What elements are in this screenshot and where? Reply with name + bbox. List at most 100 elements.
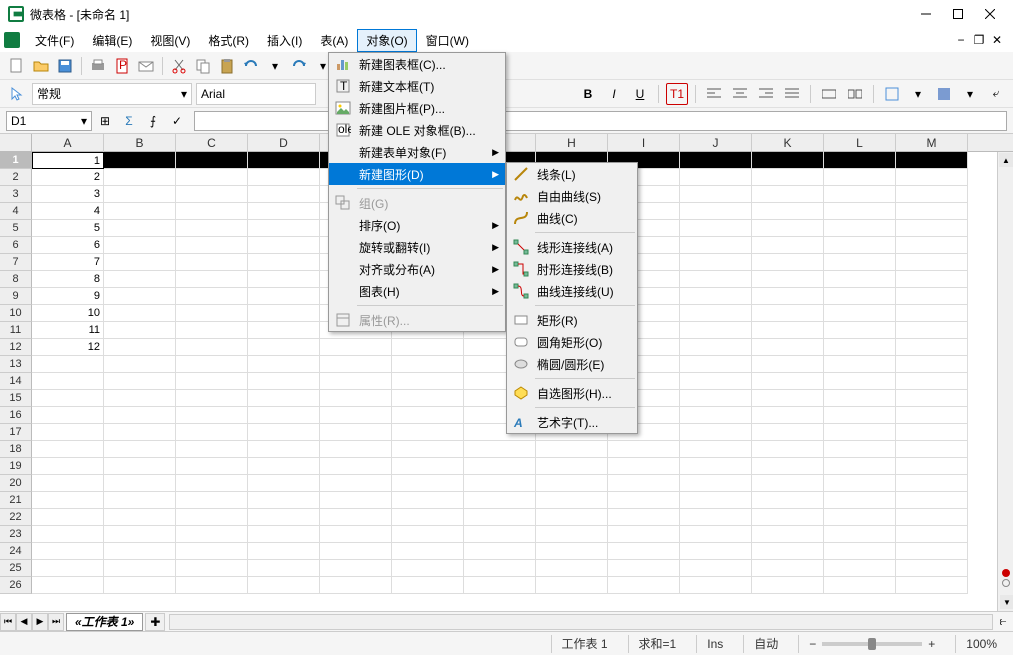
new-button[interactable] xyxy=(6,55,28,77)
menu-item[interactable]: 椭圆/圆形(E) xyxy=(507,353,637,375)
cell[interactable] xyxy=(680,560,752,577)
menu-item[interactable]: 对齐或分布(A)▶ xyxy=(329,258,505,280)
cell[interactable] xyxy=(824,339,896,356)
vertical-scrollbar[interactable]: ▲ ▼ xyxy=(997,152,1013,611)
align-center-button[interactable] xyxy=(729,83,751,105)
cell[interactable] xyxy=(680,492,752,509)
minimize-button[interactable] xyxy=(911,3,941,25)
cell[interactable] xyxy=(104,441,176,458)
cell[interactable] xyxy=(896,407,968,424)
cell[interactable]: 7 xyxy=(32,254,104,271)
cell[interactable] xyxy=(752,424,824,441)
cell[interactable] xyxy=(104,390,176,407)
cell[interactable] xyxy=(104,220,176,237)
cell[interactable] xyxy=(248,560,320,577)
cell[interactable] xyxy=(248,356,320,373)
formula-input[interactable] xyxy=(194,111,1007,131)
cell[interactable] xyxy=(752,356,824,373)
menu-item[interactable]: 旋转或翻转(I)▶ xyxy=(329,236,505,258)
cell[interactable] xyxy=(680,356,752,373)
menu-item-1[interactable]: 编辑(E) xyxy=(83,29,141,52)
cell[interactable] xyxy=(896,475,968,492)
cell[interactable] xyxy=(248,373,320,390)
accept-button[interactable]: ✓ xyxy=(166,111,188,131)
cell[interactable] xyxy=(896,169,968,186)
cell[interactable] xyxy=(104,322,176,339)
cell[interactable] xyxy=(896,492,968,509)
cell[interactable] xyxy=(176,390,248,407)
cell[interactable] xyxy=(680,169,752,186)
cell[interactable] xyxy=(248,254,320,271)
cell[interactable] xyxy=(896,186,968,203)
menu-item-7[interactable]: 窗口(W) xyxy=(417,29,478,52)
cell[interactable] xyxy=(248,288,320,305)
cell[interactable]: 12 xyxy=(32,339,104,356)
cell[interactable] xyxy=(752,407,824,424)
cell[interactable] xyxy=(824,186,896,203)
cell[interactable] xyxy=(536,475,608,492)
cell[interactable] xyxy=(392,424,464,441)
status-auto[interactable]: 自动 xyxy=(743,635,788,653)
cell[interactable] xyxy=(176,475,248,492)
zoom-control[interactable]: − + xyxy=(798,635,945,653)
cell[interactable] xyxy=(608,441,680,458)
cell[interactable] xyxy=(32,390,104,407)
col-header-K[interactable]: K xyxy=(752,134,824,152)
cell[interactable] xyxy=(824,373,896,390)
cell[interactable] xyxy=(608,509,680,526)
cell[interactable] xyxy=(824,458,896,475)
cell[interactable]: 9 xyxy=(32,288,104,305)
cell[interactable] xyxy=(104,169,176,186)
cell[interactable] xyxy=(464,526,536,543)
bold-button[interactable]: B xyxy=(577,83,599,105)
cell[interactable] xyxy=(824,390,896,407)
menu-item[interactable]: T新建文本框(T) xyxy=(329,75,505,97)
cell[interactable]: 1 xyxy=(32,152,104,169)
cell[interactable] xyxy=(896,305,968,322)
cell[interactable] xyxy=(896,543,968,560)
cell[interactable] xyxy=(392,492,464,509)
cell[interactable] xyxy=(608,475,680,492)
cell[interactable] xyxy=(824,220,896,237)
cell[interactable] xyxy=(104,152,176,169)
cell[interactable] xyxy=(536,560,608,577)
cell[interactable]: 3 xyxy=(32,186,104,203)
cell[interactable] xyxy=(680,424,752,441)
cell[interactable] xyxy=(248,492,320,509)
row-header[interactable]: 8 xyxy=(0,271,32,288)
cell[interactable] xyxy=(176,543,248,560)
col-header-B[interactable]: B xyxy=(104,134,176,152)
cell[interactable] xyxy=(752,339,824,356)
cell[interactable] xyxy=(392,356,464,373)
cell[interactable] xyxy=(824,356,896,373)
row-header[interactable]: 25 xyxy=(0,560,32,577)
cell[interactable] xyxy=(680,390,752,407)
row-header[interactable]: 6 xyxy=(0,237,32,254)
cell[interactable] xyxy=(536,441,608,458)
cell[interactable] xyxy=(104,271,176,288)
cell[interactable] xyxy=(248,186,320,203)
col-header-M[interactable]: M xyxy=(896,134,968,152)
cell[interactable] xyxy=(248,475,320,492)
cell[interactable] xyxy=(392,509,464,526)
cell[interactable] xyxy=(176,424,248,441)
cell[interactable] xyxy=(248,543,320,560)
cell[interactable] xyxy=(32,458,104,475)
cell[interactable] xyxy=(824,509,896,526)
cell[interactable] xyxy=(176,560,248,577)
cell[interactable] xyxy=(248,237,320,254)
menu-item[interactable]: 新建表单对象(F)▶ xyxy=(329,141,505,163)
cell[interactable] xyxy=(32,407,104,424)
cell[interactable] xyxy=(752,543,824,560)
new-sheet-button[interactable]: ✚ xyxy=(145,613,165,631)
cell[interactable] xyxy=(176,373,248,390)
scroll-up-icon[interactable]: ▲ xyxy=(999,153,1013,167)
cell[interactable] xyxy=(176,186,248,203)
undo-button[interactable] xyxy=(240,55,262,77)
align-right-button[interactable] xyxy=(755,83,777,105)
cell[interactable] xyxy=(392,458,464,475)
row-header[interactable]: 23 xyxy=(0,526,32,543)
cell[interactable] xyxy=(104,186,176,203)
row-header[interactable]: 11 xyxy=(0,322,32,339)
zoom-slider[interactable] xyxy=(822,642,922,646)
